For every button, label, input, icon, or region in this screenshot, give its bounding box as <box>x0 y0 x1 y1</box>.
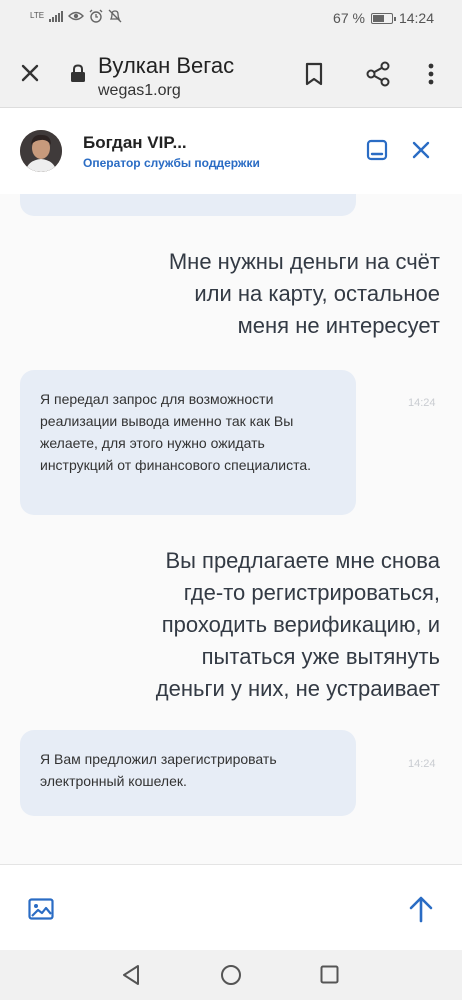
recent-apps-icon[interactable] <box>320 965 339 984</box>
minimize-icon[interactable] <box>366 139 388 161</box>
operator-message: Я Вам предложил зарегистрировать электро… <box>20 730 356 816</box>
message-line: деньги у них, не устраивает <box>155 676 440 701</box>
lock-icon <box>71 64 85 82</box>
share-icon[interactable] <box>366 61 390 87</box>
chat-header: Богдан VIP... Оператор службы поддержки <box>0 108 462 194</box>
bookmark-icon[interactable] <box>304 62 324 86</box>
close-icon[interactable] <box>20 63 40 83</box>
avatar <box>20 130 62 172</box>
message-line: или на карту, остальное <box>194 281 440 306</box>
message-input-bar[interactable] <box>0 864 462 950</box>
status-left: LTE <box>30 9 122 23</box>
page-url[interactable]: wegas1.org <box>98 82 181 100</box>
message-line: где-то регистрироваться, <box>183 580 440 605</box>
attach-image-icon[interactable] <box>28 898 54 920</box>
status-bar: LTE 67 % 14:24 <box>0 0 462 36</box>
agent-role: Оператор службы поддержки <box>83 156 260 170</box>
message-line: Мне нужны деньги на счёт <box>168 249 440 274</box>
message-time: 14:24 <box>408 758 436 770</box>
home-icon[interactable] <box>220 964 242 986</box>
agent-name: Богдан VIP... <box>83 133 187 152</box>
battery-text: 67 % <box>333 10 365 26</box>
user-message: Вы предлагаете мне снова где-то регистри… <box>156 545 440 705</box>
system-nav-bar <box>0 950 462 1000</box>
message-line: пытаться уже вытянуть <box>201 644 440 669</box>
eye-icon <box>68 11 85 21</box>
message-line: Вы предлагаете мне снова <box>165 548 440 573</box>
status-right: 67 % 14:24 <box>333 10 434 26</box>
operator-message: Я передал запрос для возможности реализа… <box>20 370 356 515</box>
message-text: Я Вам предложил зарегистрировать электро… <box>40 751 277 789</box>
user-message: Мне нужны деньги на счёт или на карту, о… <box>169 246 440 342</box>
previous-message-stub <box>20 194 356 216</box>
status-time: 14:24 <box>398 10 434 26</box>
back-icon[interactable] <box>121 964 141 986</box>
message-line: проходить верификацию, и <box>161 612 440 637</box>
browser-toolbar: Вулкан Вегас wegas1.org <box>0 36 462 108</box>
message-time: 14:24 <box>408 397 436 409</box>
send-icon[interactable] <box>408 895 434 923</box>
chat-window: Мне нужны деньги на счёт или на карту, о… <box>0 108 462 864</box>
signal-icon <box>49 10 64 22</box>
mute-bell-icon <box>108 9 122 23</box>
chat-close-icon[interactable] <box>412 141 430 159</box>
alarm-icon <box>89 9 103 23</box>
page-title: Вулкан Вегас <box>98 53 235 78</box>
battery-fill <box>372 14 385 22</box>
more-icon[interactable] <box>423 62 439 86</box>
battery-icon <box>370 12 396 24</box>
message-line: меня не интересует <box>237 313 440 338</box>
message-text: Я передал запрос для возможности реализа… <box>40 391 312 473</box>
network-indicator: LTE <box>30 11 45 20</box>
